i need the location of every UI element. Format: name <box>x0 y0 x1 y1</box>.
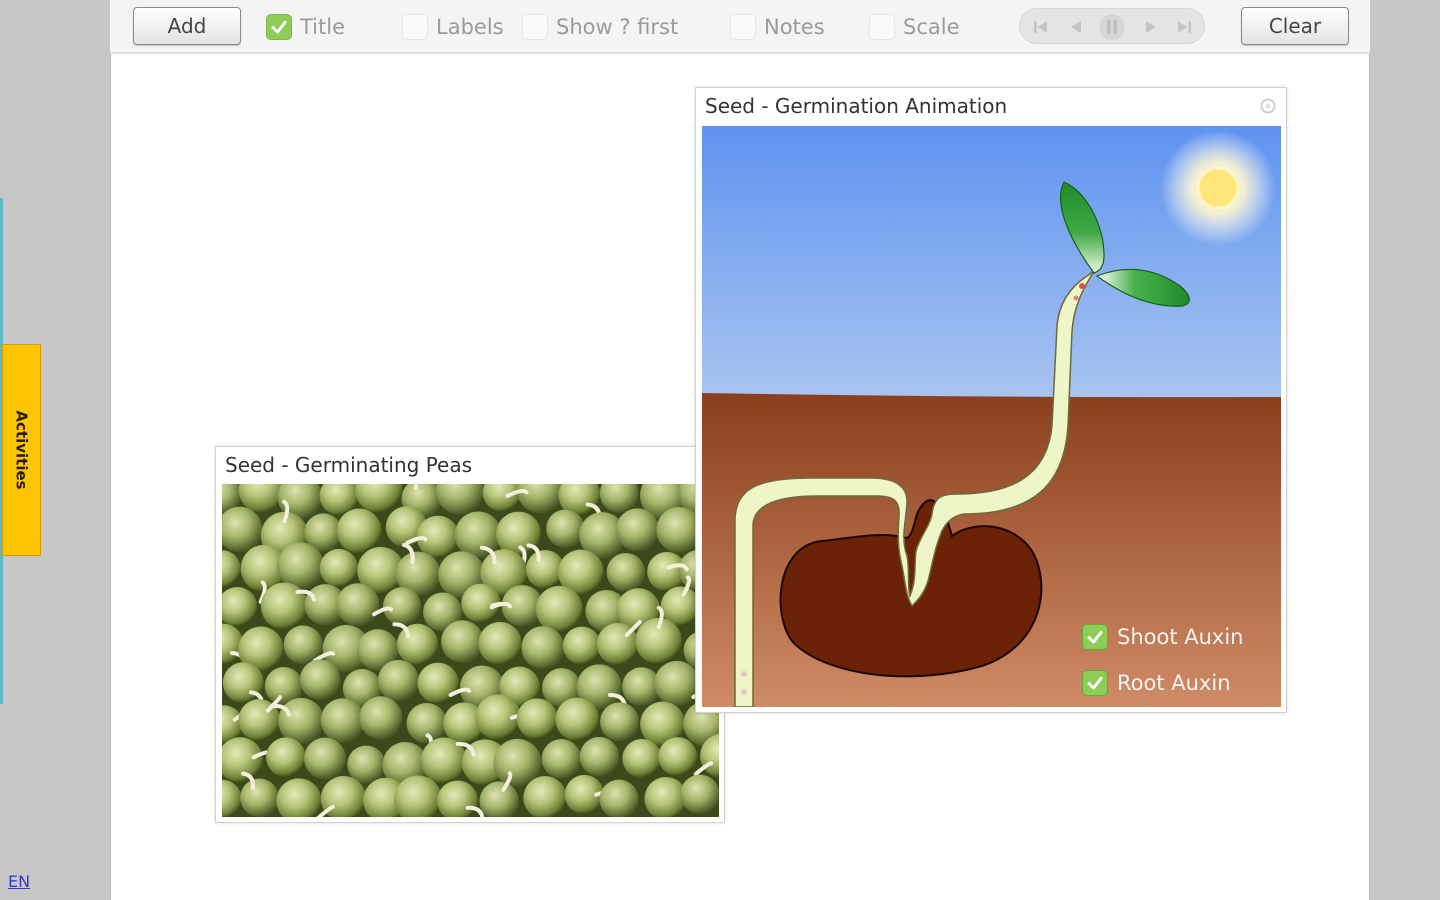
notes-checkbox[interactable] <box>730 14 756 40</box>
pea <box>266 737 306 778</box>
scale-checkbox[interactable] <box>869 14 895 40</box>
option-notes-label: Notes <box>764 15 825 39</box>
peas-panel-title: Seed - Germinating Peas <box>225 453 473 477</box>
pea <box>406 702 448 744</box>
pea <box>304 737 346 780</box>
pea <box>654 660 700 707</box>
option-notes[interactable]: Notes <box>730 11 825 43</box>
pea <box>579 736 620 777</box>
germination-animation <box>702 126 1281 707</box>
option-labels[interactable]: Labels <box>402 11 504 43</box>
pea <box>278 697 325 744</box>
close-icon[interactable] <box>1260 98 1276 114</box>
title-checkbox[interactable] <box>266 14 292 40</box>
right-rail <box>1370 0 1440 900</box>
left-rail: Activities EN <box>0 0 110 900</box>
option-scale[interactable]: Scale <box>869 11 960 43</box>
pea <box>359 696 403 740</box>
labels-checkbox[interactable] <box>402 14 428 40</box>
pea <box>382 587 422 626</box>
option-title[interactable]: Title <box>266 11 345 43</box>
pea <box>277 542 324 590</box>
pea <box>546 509 585 548</box>
option-labels-label: Labels <box>436 15 504 39</box>
pea <box>658 737 698 777</box>
pea <box>616 508 659 552</box>
pause-icon[interactable] <box>1098 13 1126 41</box>
language-link[interactable]: EN <box>8 872 30 891</box>
pea <box>299 659 341 700</box>
germinating-peas-photo <box>222 484 719 817</box>
option-show-first-label: Show ? first <box>556 15 679 39</box>
shoot-auxin-checkbox[interactable] <box>1082 624 1108 650</box>
pea <box>555 697 600 742</box>
pea <box>396 623 439 666</box>
pea <box>606 552 646 592</box>
pea <box>599 779 639 817</box>
check-icon <box>1087 677 1103 690</box>
pea <box>240 778 279 817</box>
pea <box>336 583 380 627</box>
last-icon[interactable] <box>1173 16 1195 38</box>
playback-controls <box>1019 8 1205 44</box>
pea <box>541 739 582 779</box>
pea <box>600 702 639 742</box>
animation-panel[interactable]: Seed - Germination Animation Shoot Auxin… <box>695 87 1287 713</box>
pea <box>336 508 382 554</box>
check-icon <box>1087 631 1103 644</box>
back-icon[interactable] <box>1065 16 1087 38</box>
first-icon[interactable] <box>1030 16 1052 38</box>
option-title-label: Title <box>300 15 346 39</box>
pea <box>260 582 308 630</box>
pea <box>562 626 601 665</box>
pea <box>478 621 522 666</box>
activities-label: Activities <box>12 410 31 490</box>
toolbar: Add Title Labels Show ? first Notes Scal… <box>110 0 1370 54</box>
pea <box>441 620 484 663</box>
pea <box>516 698 558 740</box>
add-button[interactable]: Add <box>133 7 241 45</box>
shoot-auxin-toggle[interactable]: Shoot Auxin <box>1082 624 1244 650</box>
pea <box>377 659 420 702</box>
root-auxin-checkbox[interactable] <box>1082 670 1108 696</box>
pea <box>417 662 459 704</box>
activities-tab[interactable]: Activities <box>2 344 41 556</box>
animation-panel-title: Seed - Germination Animation <box>705 94 1008 118</box>
pea <box>320 698 366 743</box>
shoot-auxin-label: Shoot Auxin <box>1117 625 1244 649</box>
check-icon <box>271 21 287 34</box>
option-scale-label: Scale <box>903 15 960 39</box>
option-show-first[interactable]: Show ? first <box>522 11 678 43</box>
show-first-checkbox[interactable] <box>522 14 548 40</box>
pea <box>622 738 662 778</box>
pea <box>319 548 359 588</box>
root-auxin-toggle[interactable]: Root Auxin <box>1082 670 1231 696</box>
peas-panel[interactable]: Seed - Germinating Peas <box>215 446 725 823</box>
forward-icon[interactable] <box>1140 16 1162 38</box>
clear-button[interactable]: Clear <box>1241 7 1349 45</box>
root-auxin-label: Root Auxin <box>1117 671 1231 695</box>
pea <box>521 626 565 670</box>
pea <box>347 745 386 784</box>
pea <box>680 774 719 814</box>
pea <box>535 585 583 633</box>
